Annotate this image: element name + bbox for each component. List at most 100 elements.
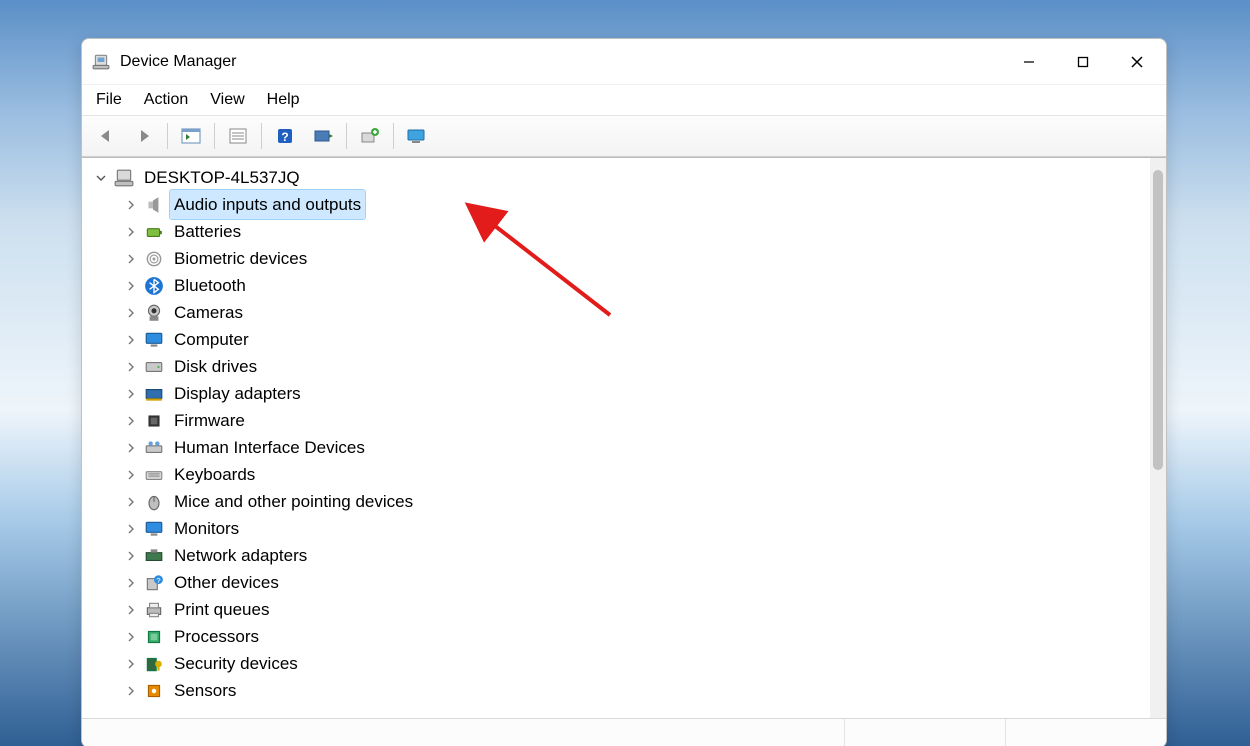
chevron-right-icon[interactable] [122,281,140,291]
statusbar [82,718,1166,746]
chevron-right-icon[interactable] [122,632,140,642]
tree-node-label: Disk drives [170,352,261,381]
tree-node-audio[interactable]: Audio inputs and outputs [92,191,1150,218]
computer-icon [114,168,134,188]
statusbar-pane [845,719,1006,746]
tree-root[interactable]: DESKTOP-4L537JQ [92,164,1150,191]
tree-node-print[interactable]: Print queues [92,596,1150,623]
svg-text:?: ? [156,576,161,585]
tree-node-mice[interactable]: Mice and other pointing devices [92,488,1150,515]
chevron-right-icon[interactable] [122,389,140,399]
menu-view[interactable]: View [202,88,258,112]
chevron-right-icon[interactable] [122,254,140,264]
chevron-right-icon[interactable] [122,497,140,507]
toolbar-separator [261,123,262,149]
tree-node-disk[interactable]: Disk drives [92,353,1150,380]
close-button[interactable] [1110,39,1164,84]
scrollbar-thumb[interactable] [1153,170,1163,470]
chevron-right-icon[interactable] [122,551,140,561]
chevron-right-icon[interactable] [122,470,140,480]
bluetooth-icon [144,276,164,296]
tree-node-label: Display adapters [170,379,305,408]
tree-node-label: Processors [170,622,263,651]
devices-by-connection-button[interactable] [399,120,435,152]
tree-node-biometric[interactable]: Biometric devices [92,245,1150,272]
tree-node-network[interactable]: Network adapters [92,542,1150,569]
toolbar-separator [167,123,168,149]
battery-icon [144,222,164,242]
security-icon [144,654,164,674]
tree-node-label: Print queues [170,595,273,624]
tree-node-bluetooth[interactable]: Bluetooth [92,272,1150,299]
toolbar-separator [346,123,347,149]
tree-node-processors[interactable]: Processors [92,623,1150,650]
tree-node-label: Monitors [170,514,243,543]
menubar: File Action View Help [82,85,1166,116]
content-pane: DESKTOP-4L537JQ Audio inputs and outputs… [82,157,1166,718]
chevron-right-icon[interactable] [122,524,140,534]
disk-icon [144,357,164,377]
scan-hardware-button[interactable] [305,120,341,152]
network-icon [144,546,164,566]
window-title: Device Manager [120,53,1002,71]
device-manager-window: Device Manager File Action View Help [81,38,1167,746]
tree-node-firmware[interactable]: Firmware [92,407,1150,434]
tree-node-label: Security devices [170,649,302,678]
chevron-right-icon[interactable] [122,578,140,588]
tree-node-other[interactable]: ? Other devices [92,569,1150,596]
tree-node-label: Computer [170,325,253,354]
toolbar-separator [393,123,394,149]
tree-node-label: Network adapters [170,541,311,570]
add-legacy-hardware-button[interactable] [352,120,388,152]
forward-button[interactable] [126,120,162,152]
back-button[interactable] [88,120,124,152]
chevron-right-icon[interactable] [122,659,140,669]
tree-node-label: Batteries [170,217,245,246]
speaker-icon [144,195,164,215]
tree-node-security[interactable]: Security devices [92,650,1150,677]
chevron-right-icon[interactable] [122,686,140,696]
tree-node-label: Sensors [170,676,240,705]
tree-node-label: Other devices [170,568,283,597]
devicemanager-app-icon [92,53,110,71]
svg-text:?: ? [281,130,288,144]
tree-node-computer[interactable]: Computer [92,326,1150,353]
tree-node-sensors[interactable]: Sensors [92,677,1150,704]
toolbar-separator [214,123,215,149]
tree-node-keyboards[interactable]: Keyboards [92,461,1150,488]
chevron-right-icon[interactable] [122,443,140,453]
help-button[interactable]: ? [267,120,303,152]
chevron-right-icon[interactable] [122,605,140,615]
tree-node-display[interactable]: Display adapters [92,380,1150,407]
tree-node-batteries[interactable]: Batteries [92,218,1150,245]
tree-node-label: Human Interface Devices [170,433,369,462]
menu-help[interactable]: Help [259,88,314,112]
show-hide-pane-button[interactable] [173,120,209,152]
chip-icon [144,411,164,431]
chevron-down-icon[interactable] [92,173,110,183]
tree-node-hid[interactable]: Human Interface Devices [92,434,1150,461]
chevron-right-icon[interactable] [122,200,140,210]
tree-node-cameras[interactable]: Cameras [92,299,1150,326]
tree-node-label: Bluetooth [170,271,250,300]
tree-node-label: Keyboards [170,460,259,489]
chevron-right-icon[interactable] [122,416,140,426]
chevron-right-icon[interactable] [122,227,140,237]
menu-file[interactable]: File [88,88,136,112]
minimize-button[interactable] [1002,39,1056,84]
properties-button[interactable] [220,120,256,152]
toolbar: ? [82,116,1166,157]
vertical-scrollbar[interactable] [1150,158,1166,718]
window-controls [1002,39,1164,84]
menu-action[interactable]: Action [136,88,202,112]
fingerprint-icon [144,249,164,269]
chevron-right-icon[interactable] [122,308,140,318]
tree-node-monitors[interactable]: Monitors [92,515,1150,542]
device-tree[interactable]: DESKTOP-4L537JQ Audio inputs and outputs… [82,158,1150,718]
maximize-button[interactable] [1056,39,1110,84]
printer-icon [144,600,164,620]
chevron-right-icon[interactable] [122,335,140,345]
monitor-icon [144,519,164,539]
gpu-icon [144,384,164,404]
chevron-right-icon[interactable] [122,362,140,372]
